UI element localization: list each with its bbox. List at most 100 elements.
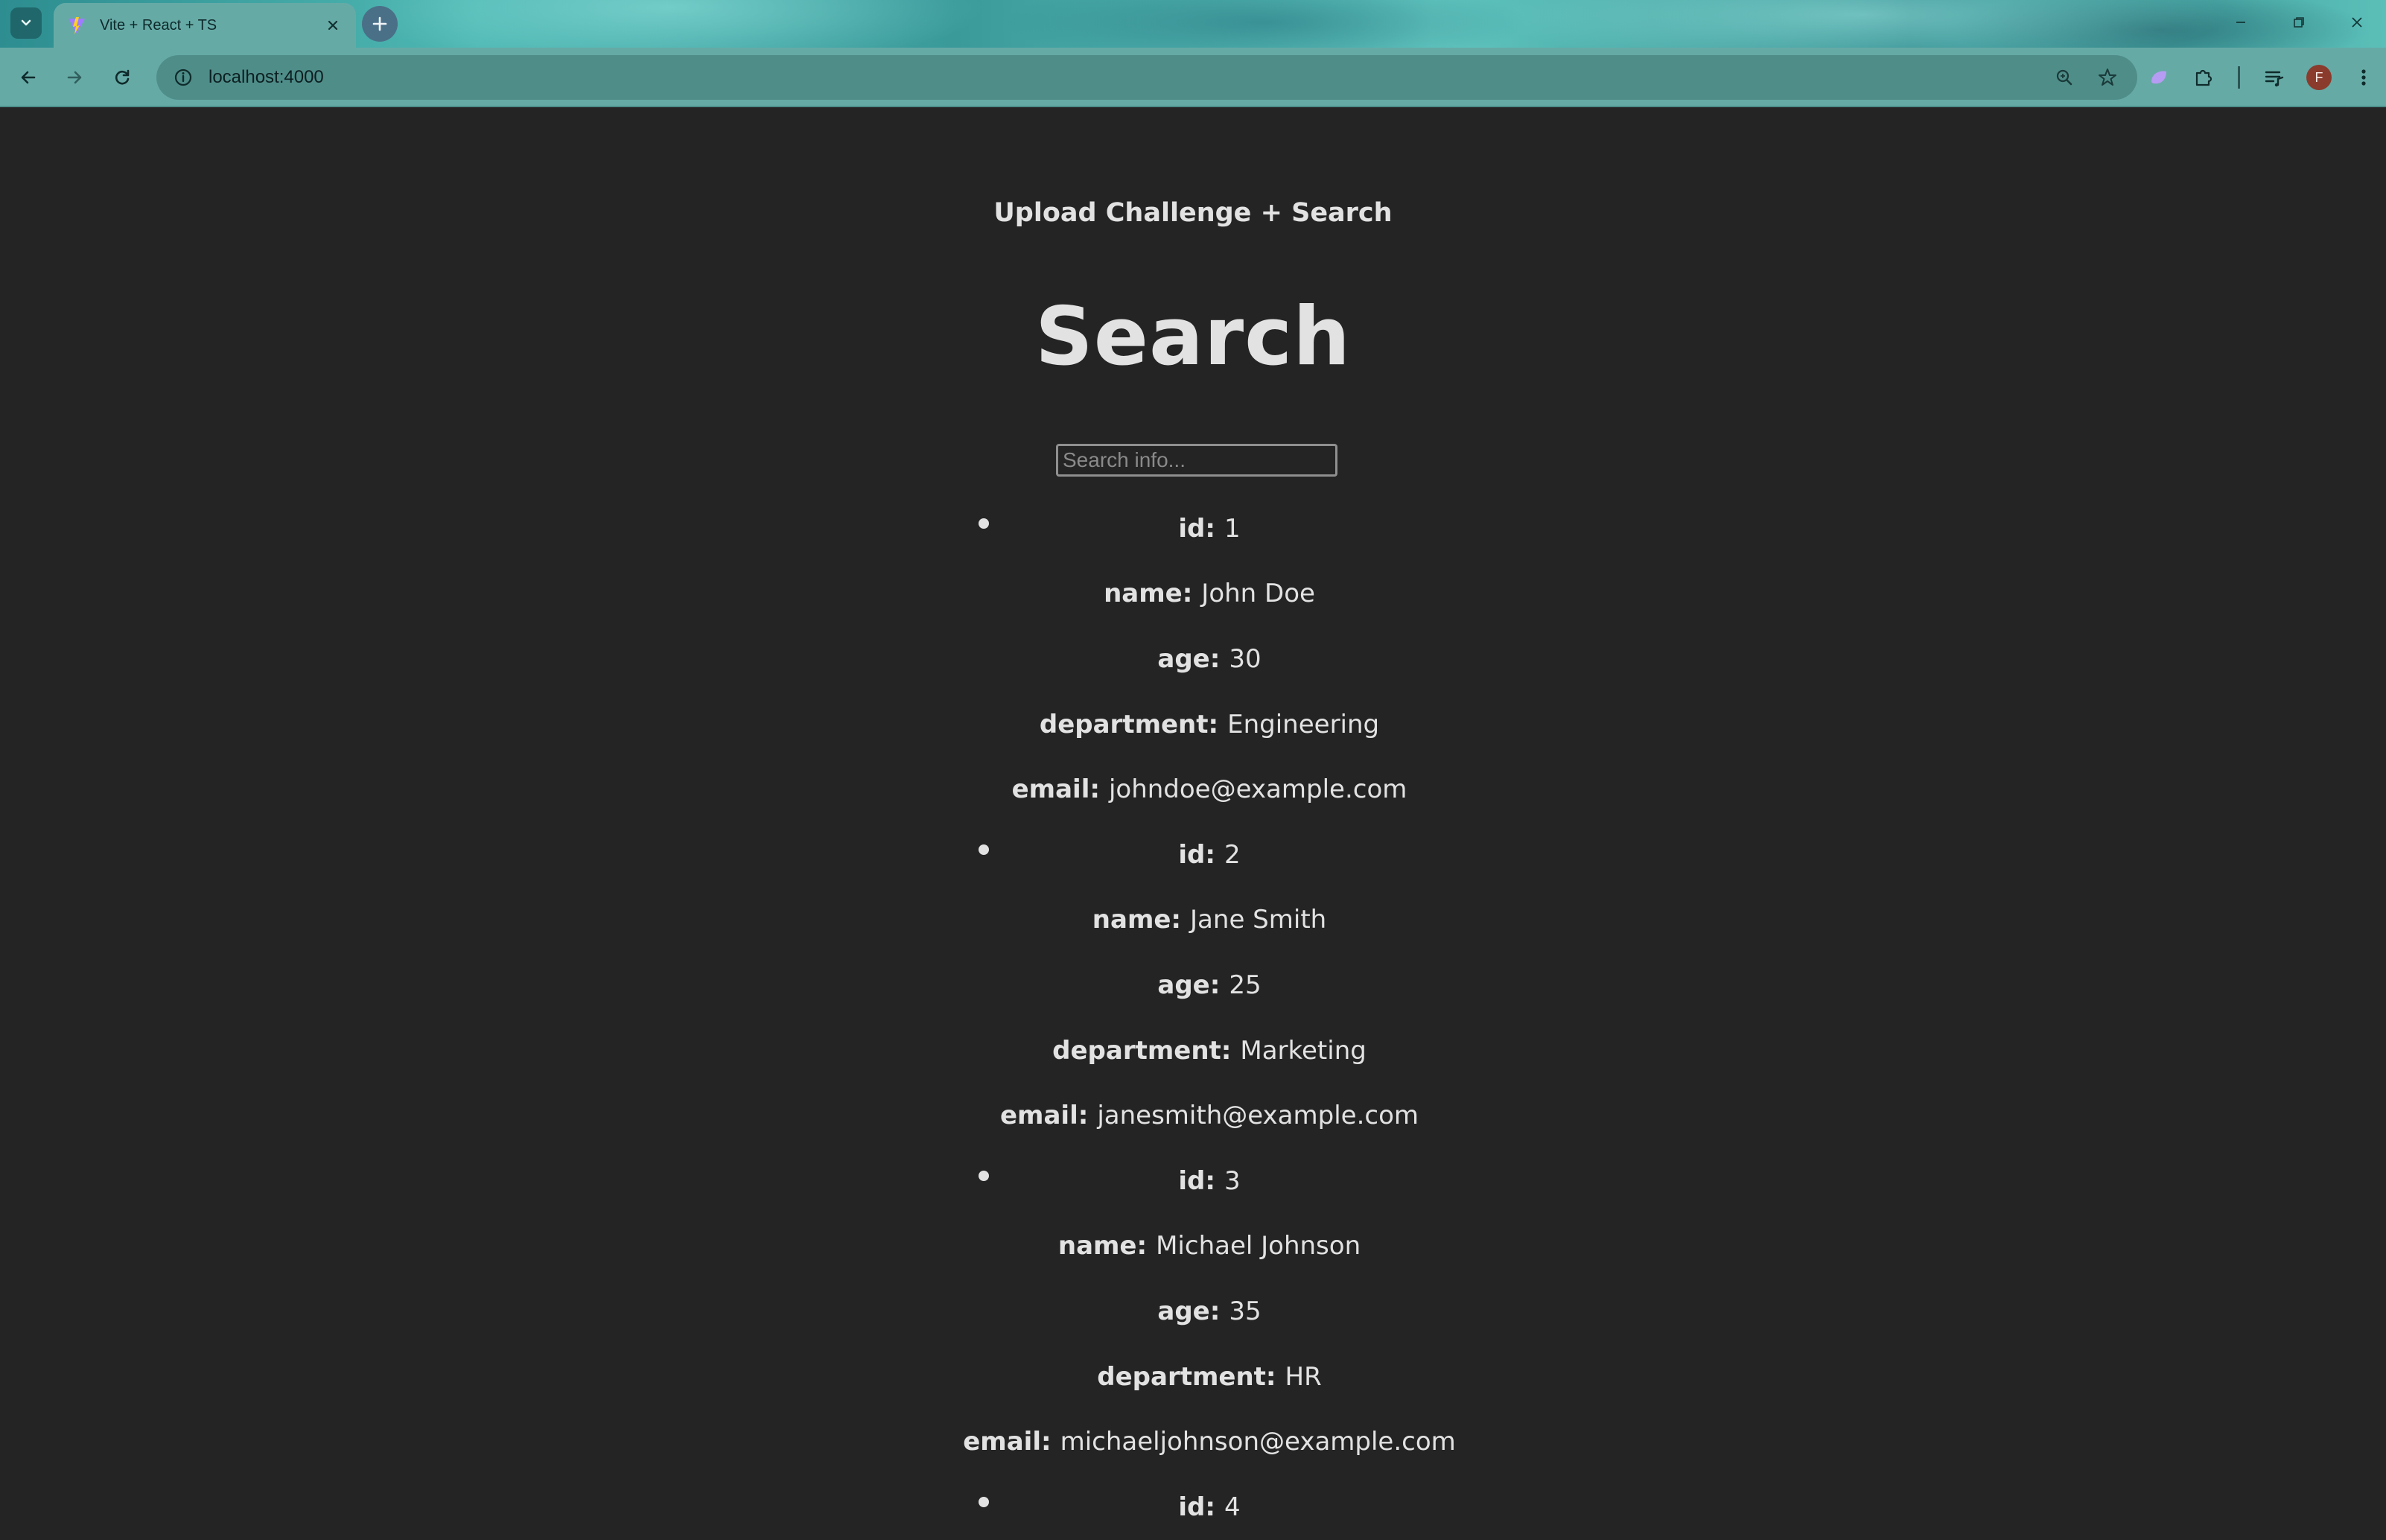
arrow-right-icon bbox=[67, 71, 82, 84]
window-controls bbox=[2212, 0, 2386, 45]
bookmark-button[interactable] bbox=[2090, 60, 2125, 95]
field-age: age: 30 bbox=[0, 626, 2386, 692]
field-label: department: bbox=[1039, 709, 1219, 739]
field-value: 1 bbox=[1224, 513, 1241, 544]
field-label: department: bbox=[1052, 1035, 1232, 1066]
field-label: id: bbox=[1178, 513, 1215, 544]
arrow-left-icon bbox=[21, 71, 36, 84]
address-bar[interactable]: localhost:4000 bbox=[156, 55, 2137, 100]
app-title: Upload Challenge + Search bbox=[993, 198, 1393, 228]
field-value: John Doe bbox=[1201, 579, 1315, 609]
field-label: age: bbox=[1157, 643, 1221, 674]
list-item: id: 4 bbox=[0, 1474, 2386, 1540]
search-input[interactable] bbox=[1056, 444, 1337, 477]
url-text: localhost:4000 bbox=[209, 67, 324, 87]
list-item: id: 3 name: Michael Johnson age: 35 depa… bbox=[0, 1148, 2386, 1474]
field-value: HR bbox=[1285, 1361, 1322, 1392]
list-bullet bbox=[979, 518, 989, 529]
field-label: name: bbox=[1057, 1231, 1148, 1261]
reload-button[interactable] bbox=[104, 60, 140, 95]
media-control-button[interactable] bbox=[2252, 55, 2297, 100]
field-label: email: bbox=[963, 1427, 1052, 1457]
results-list: id: 1 name: John Doe age: 30 department:… bbox=[0, 496, 2386, 1540]
field-label: email: bbox=[1011, 774, 1100, 805]
restore-icon bbox=[2294, 17, 2304, 28]
star-icon bbox=[2099, 69, 2116, 86]
field-value: Michael Johnson bbox=[1156, 1231, 1361, 1261]
field-email: email: johndoe@example.com bbox=[0, 757, 2386, 822]
tab-search-button[interactable] bbox=[10, 7, 42, 39]
field-name: name: Michael Johnson bbox=[0, 1214, 2386, 1279]
field-id: id: 4 bbox=[0, 1474, 2386, 1540]
profile-button[interactable]: F bbox=[2297, 55, 2341, 100]
field-label: department: bbox=[1097, 1361, 1276, 1392]
field-label: id: bbox=[1178, 1165, 1215, 1196]
field-label: age: bbox=[1157, 1296, 1221, 1326]
field-value: 4 bbox=[1224, 1492, 1241, 1522]
field-id: id: 1 bbox=[0, 496, 2386, 561]
list-item: id: 2 name: Jane Smith age: 25 departmen… bbox=[0, 822, 2386, 1148]
close-window-button[interactable] bbox=[2328, 0, 2386, 45]
field-label: age: bbox=[1157, 970, 1221, 1000]
forward-button[interactable] bbox=[57, 60, 92, 95]
playlist-icon bbox=[2265, 71, 2284, 87]
list-item: id: 1 name: John Doe age: 30 department:… bbox=[0, 496, 2386, 822]
extension-button[interactable] bbox=[2137, 55, 2181, 100]
close-tab-icon[interactable] bbox=[323, 16, 343, 35]
field-value: michaeljohnson@example.com bbox=[1060, 1427, 1456, 1457]
toolbar-separator bbox=[2238, 66, 2240, 89]
page-title: Search bbox=[1034, 290, 1352, 384]
field-value: 2 bbox=[1224, 839, 1241, 870]
field-value: 30 bbox=[1229, 643, 1262, 674]
list-bullet bbox=[979, 1170, 989, 1181]
zoom-button[interactable] bbox=[2046, 60, 2082, 95]
extension-leaf-icon bbox=[2151, 71, 2166, 84]
close-icon bbox=[2352, 17, 2362, 28]
field-label: name: bbox=[1092, 905, 1182, 935]
field-label: id: bbox=[1178, 839, 1215, 870]
kebab-menu-icon bbox=[2361, 69, 2366, 86]
avatar: F bbox=[2306, 65, 2332, 90]
field-id: id: 3 bbox=[0, 1148, 2386, 1214]
new-tab-button[interactable] bbox=[362, 6, 398, 42]
field-id: id: 2 bbox=[0, 822, 2386, 888]
page-content: Upload Challenge + Search Search id: 1 n… bbox=[0, 109, 2386, 1540]
field-label: name: bbox=[1104, 579, 1193, 609]
tab-title: Vite + React + TS bbox=[100, 16, 217, 34]
plus-icon bbox=[372, 16, 387, 31]
field-value: janesmith@example.com bbox=[1097, 1101, 1419, 1131]
puzzle-icon bbox=[2195, 69, 2212, 86]
field-value: 25 bbox=[1229, 970, 1262, 1000]
browser-menu-button[interactable] bbox=[2341, 55, 2386, 100]
field-age: age: 25 bbox=[0, 952, 2386, 1018]
browser-toolbar: localhost:4000 F bbox=[0, 48, 2386, 107]
list-bullet bbox=[979, 844, 989, 855]
field-value: 35 bbox=[1229, 1296, 1262, 1326]
reload-icon bbox=[115, 69, 130, 85]
field-label: id: bbox=[1178, 1492, 1215, 1522]
back-button[interactable] bbox=[10, 60, 46, 95]
field-value: johndoe@example.com bbox=[1108, 774, 1407, 805]
field-name: name: Jane Smith bbox=[0, 888, 2386, 953]
field-department: department: Marketing bbox=[0, 1018, 2386, 1084]
chevron-down-icon bbox=[21, 19, 31, 26]
restore-window-button[interactable] bbox=[2270, 0, 2328, 45]
browser-tab-active[interactable]: Vite + React + TS bbox=[54, 3, 356, 48]
field-department: department: HR bbox=[0, 1344, 2386, 1410]
info-icon bbox=[174, 69, 192, 86]
list-bullet bbox=[979, 1496, 989, 1507]
field-department: department: Engineering bbox=[0, 692, 2386, 757]
field-value: 3 bbox=[1224, 1165, 1241, 1196]
field-label: email: bbox=[999, 1101, 1089, 1131]
field-value: Jane Smith bbox=[1190, 905, 1327, 935]
vite-logo-icon bbox=[69, 17, 85, 34]
minimize-window-button[interactable] bbox=[2212, 0, 2270, 45]
extensions-menu-button[interactable] bbox=[2181, 55, 2226, 100]
minimize-icon bbox=[2236, 22, 2245, 23]
field-email: email: janesmith@example.com bbox=[0, 1083, 2386, 1148]
browser-tab-strip: Vite + React + TS bbox=[0, 0, 2386, 48]
field-name: name: John Doe bbox=[0, 561, 2386, 627]
zoom-icon bbox=[2056, 69, 2072, 86]
field-value: Engineering bbox=[1227, 709, 1380, 739]
site-info-button[interactable] bbox=[161, 55, 206, 100]
